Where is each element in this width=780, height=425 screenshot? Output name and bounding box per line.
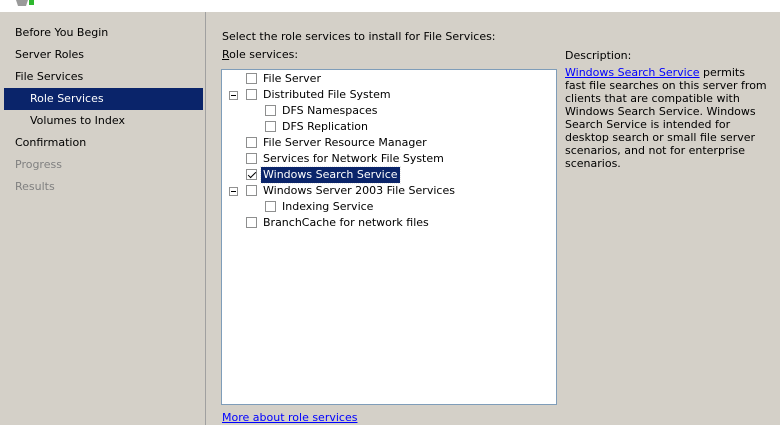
- wizard-content: Select the role services to install for …: [206, 12, 780, 425]
- windows-search-service-checkbox[interactable]: [246, 169, 257, 180]
- tree-item-label[interactable]: File Server: [261, 71, 323, 87]
- step-progress: Progress: [15, 158, 62, 171]
- step-server-roles[interactable]: Server Roles: [0, 44, 205, 66]
- tree-item-label[interactable]: DFS Replication: [280, 119, 370, 135]
- tree-item-label[interactable]: File Server Resource Manager: [261, 135, 429, 151]
- role-services-label: Role services:: [222, 48, 298, 61]
- step-file-services[interactable]: File Services: [0, 66, 205, 88]
- instructions-text: Select the role services to install for …: [222, 30, 496, 43]
- dfs-namespaces-checkbox[interactable]: [265, 105, 276, 116]
- tree-item-label[interactable]: Services for Network File System: [261, 151, 446, 167]
- description-heading: Description:: [565, 49, 632, 62]
- collapse-icon[interactable]: [229, 91, 238, 100]
- description-text: file searches on this server from client…: [565, 79, 767, 170]
- server-manager-icon: [16, 0, 34, 6]
- fsrm-checkbox[interactable]: [246, 137, 257, 148]
- step-role-services[interactable]: Role Services: [4, 88, 203, 110]
- step-before-you-begin[interactable]: Before You Begin: [0, 22, 205, 44]
- tree-item-label[interactable]: BranchCache for network files: [261, 215, 431, 231]
- ws2003-file-services-checkbox[interactable]: [246, 185, 257, 196]
- tree-item-label-selected[interactable]: Windows Search Service: [260, 166, 401, 184]
- indexing-service-checkbox[interactable]: [265, 201, 276, 212]
- role-services-label-text: ole services:: [229, 48, 299, 61]
- file-server-checkbox[interactable]: [246, 73, 257, 84]
- branchcache-checkbox[interactable]: [246, 217, 257, 228]
- step-confirmation[interactable]: Confirmation: [0, 132, 205, 154]
- wizard-steps: Before You Begin Server Roles File Servi…: [0, 22, 205, 198]
- description-link[interactable]: Windows Search Service: [565, 66, 700, 79]
- tree-item-label[interactable]: Indexing Service: [280, 199, 375, 215]
- more-about-role-services-link[interactable]: More about role services: [222, 411, 357, 424]
- description-body: Windows Search Service permits fast file…: [565, 66, 767, 170]
- nfs-checkbox[interactable]: [246, 153, 257, 164]
- dfs-replication-checkbox[interactable]: [265, 121, 276, 132]
- role-services-tree[interactable]: File Server Distributed File System DFS …: [221, 69, 557, 405]
- tree-item-label[interactable]: Windows Server 2003 File Services: [261, 183, 457, 199]
- wizard-sidebar: Before You Begin Server Roles File Servi…: [0, 12, 206, 425]
- tree-item-label[interactable]: Distributed File System: [261, 87, 393, 103]
- collapse-icon[interactable]: [229, 187, 238, 196]
- tree-item-label[interactable]: DFS Namespaces: [280, 103, 380, 119]
- distributed-file-system-checkbox[interactable]: [246, 89, 257, 100]
- step-volumes-to-index[interactable]: Volumes to Index: [0, 110, 205, 132]
- step-results: Results: [15, 180, 55, 193]
